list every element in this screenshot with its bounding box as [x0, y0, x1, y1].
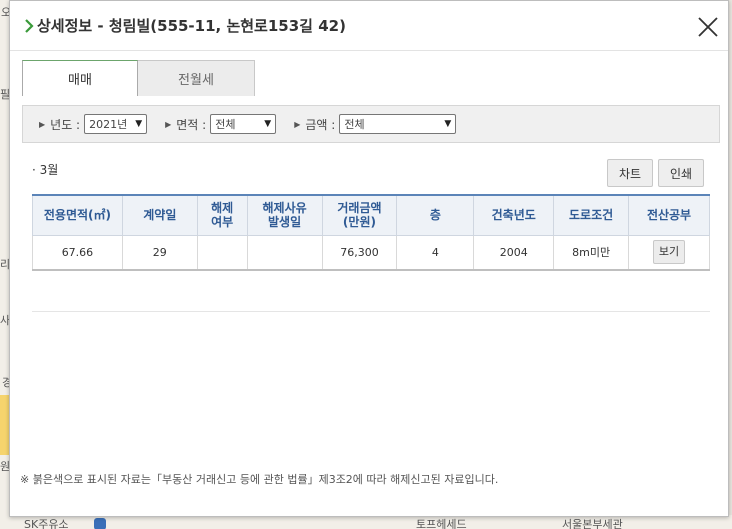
cell-price: 76,300 [321, 234, 398, 271]
chevron-right-icon [25, 18, 34, 33]
header-label: (만원) [342, 215, 376, 230]
map-label: SK주유소 [24, 518, 69, 529]
cell-floor: 4 [396, 234, 475, 271]
header-label: 해제사유 [262, 201, 307, 216]
header-docs: 전산공부 [628, 194, 710, 236]
popup-title: 상세정보 - 청림빌(555-11, 논현로153길 42) [37, 17, 346, 35]
amount-select-value: 전체 [344, 118, 365, 131]
tab-bar: 매매 전월세 [22, 60, 255, 96]
close-icon[interactable] [696, 15, 720, 39]
year-select[interactable]: 2021년 ▼ [84, 114, 148, 134]
header-label: 해제 [211, 201, 234, 216]
header-label: 발생일 [268, 215, 302, 230]
amount-filter-label: 금액 : [305, 117, 336, 132]
table-row: 67.66 29 76,300 4 2004 8m미만 보기 [32, 234, 710, 271]
header-price: 거래금액 (만원) [321, 194, 398, 236]
amount-select[interactable]: 전체 ▼ [339, 114, 457, 134]
triangle-right-icon: ▶ [39, 119, 46, 129]
header-road: 도로조건 [553, 194, 630, 236]
map-label: 토프헤세드 [416, 518, 467, 529]
popup-header: 상세정보 - 청림빌(555-11, 논현로153길 42) [10, 1, 728, 51]
chevron-down-icon: ▼ [264, 119, 272, 129]
header-built-year: 건축년도 [473, 194, 555, 236]
year-filter: ▶ 년도 : 2021년 ▼ [39, 114, 148, 134]
chart-button[interactable]: 차트 [607, 159, 653, 187]
footnote: ※ 붉은색으로 표시된 자료는「부동산 거래신고 등에 관한 법률」제3조2에 … [20, 473, 499, 486]
header-label: 전산공부 [646, 208, 692, 223]
filter-bar: ▶ 년도 : 2021년 ▼ ▶ 면적 : 전체 ▼ ▶ 금액 : 전체 ▼ [22, 105, 720, 143]
transactions-table: 전용면적(㎡) 계약일 해제 여부 해제사유 발생일 거래금액 (만원) 층 건축년도… [32, 194, 710, 271]
chevron-down-icon: ▼ [444, 119, 452, 129]
detail-popup: 상세정보 - 청림빌(555-11, 논현로153길 42) 매매 전월세 ▶ … [9, 0, 729, 517]
cell-cancel-date [246, 234, 323, 271]
tab-sale[interactable]: 매매 [22, 60, 138, 96]
header-label: 도로조건 [569, 208, 614, 223]
divider [32, 311, 710, 312]
area-select[interactable]: 전체 ▼ [210, 114, 277, 134]
triangle-right-icon: ▶ [165, 119, 172, 129]
view-docs-button[interactable]: 보기 [653, 240, 686, 265]
area-select-value: 전체 [215, 118, 236, 131]
header-label: 거래금액 [337, 201, 382, 216]
area-filter-label: 면적 : [176, 117, 207, 132]
cell-area: 67.66 [32, 234, 123, 271]
header-label: 건축년도 [491, 208, 536, 223]
cell-contract-day: 29 [121, 234, 198, 271]
header-label: 계약일 [143, 208, 177, 223]
tab-rent[interactable]: 전월세 [138, 60, 255, 96]
map-pin-icon[interactable] [94, 518, 106, 529]
table-header-row: 전용면적(㎡) 계약일 해제 여부 해제사유 발생일 거래금액 (만원) 층 건축년도… [32, 194, 710, 236]
header-label: 층 [429, 208, 441, 223]
area-filter: ▶ 면적 : 전체 ▼ [165, 114, 277, 134]
print-button[interactable]: 인쇄 [658, 159, 704, 187]
cell-cancelled [196, 234, 248, 271]
triangle-right-icon: ▶ [294, 119, 301, 129]
header-area: 전용면적(㎡) [32, 194, 123, 236]
map-label: 서울본부세관 [562, 518, 623, 529]
header-label: 전용면적(㎡) [43, 208, 111, 223]
chevron-down-icon: ▼ [135, 119, 143, 129]
amount-filter: ▶ 금액 : 전체 ▼ [294, 114, 457, 134]
header-cancel-date: 해제사유 발생일 [246, 194, 323, 236]
header-contract-day: 계약일 [121, 194, 198, 236]
header-cancelled: 해제 여부 [196, 194, 248, 236]
cell-docs: 보기 [628, 234, 710, 271]
header-floor: 층 [396, 194, 475, 236]
year-filter-label: 년도 : [50, 117, 81, 132]
cell-built-year: 2004 [473, 234, 555, 271]
header-label: 여부 [211, 215, 234, 230]
year-select-value: 2021년 [89, 118, 128, 131]
month-heading: · 3월 [32, 163, 59, 177]
cell-road: 8m미만 [553, 234, 630, 271]
